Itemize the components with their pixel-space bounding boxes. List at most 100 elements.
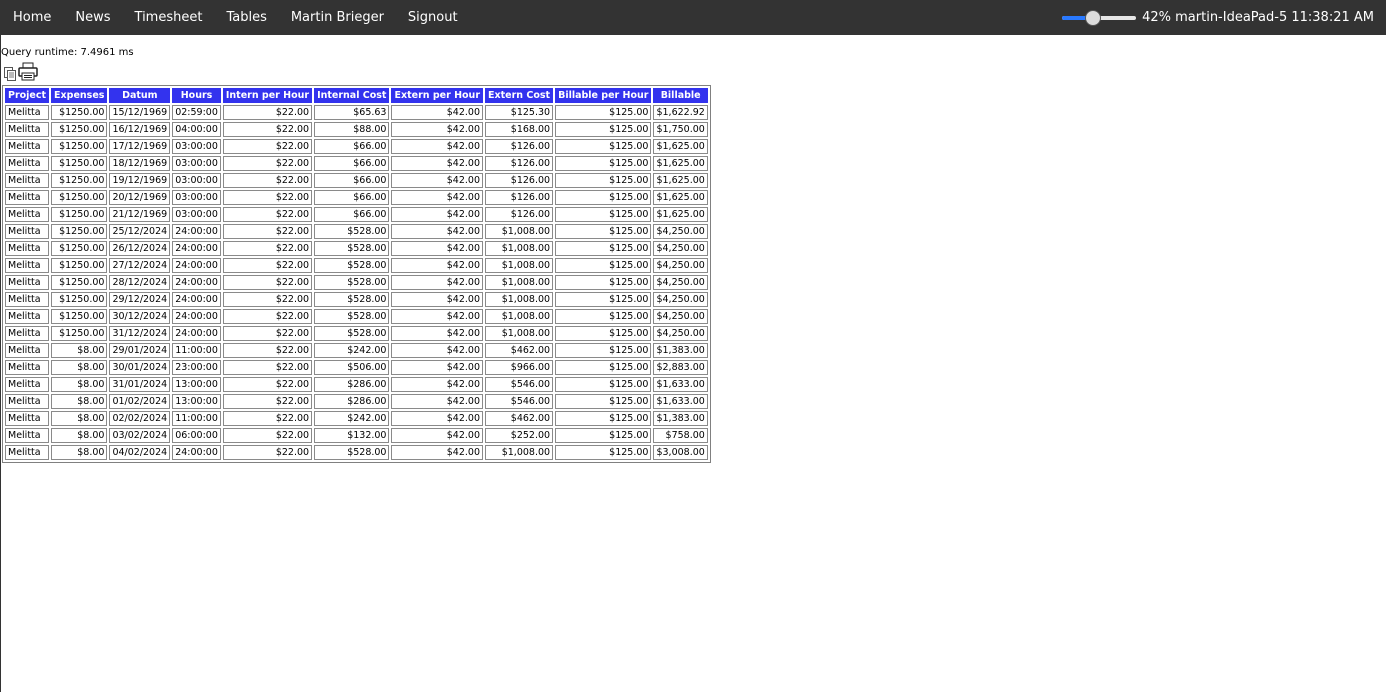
cell-extern-cost: $125.30	[485, 105, 554, 120]
cell-billable-per-hour: $125.00	[555, 445, 652, 460]
cell-extern-cost: $1,008.00	[485, 445, 554, 460]
cell-internal-cost: $66.00	[314, 190, 390, 205]
header-project[interactable]: Project	[5, 88, 50, 103]
cell-internal-cost: $528.00	[314, 445, 390, 460]
cell-extern-cost: $252.00	[485, 428, 554, 443]
cell-hours: 06:00:00	[172, 428, 221, 443]
cell-project: Melitta	[5, 122, 50, 137]
cell-intern-per-hour: $22.00	[222, 122, 313, 137]
cell-intern-per-hour: $22.00	[222, 275, 313, 290]
header-datum[interactable]: Datum	[109, 88, 171, 103]
copy-icon[interactable]	[4, 67, 17, 81]
cell-expenses: $8.00	[51, 411, 108, 426]
header-expenses[interactable]: Expenses	[51, 88, 108, 103]
header-hours[interactable]: Hours	[172, 88, 221, 103]
cell-extern-per-hour: $42.00	[391, 207, 484, 222]
cell-intern-per-hour: $22.00	[222, 309, 313, 324]
cell-extern-cost: $126.00	[485, 156, 554, 171]
table-row: Melitta $1250.00 19/12/1969 03:00:00 $22.00 $…	[5, 173, 708, 188]
cell-billable-per-hour: $125.00	[555, 156, 652, 171]
nav-menu: Home News Timesheet Tables Martin Briege…	[1, 0, 482, 35]
cell-extern-per-hour: $42.00	[391, 190, 484, 205]
cell-intern-per-hour: $22.00	[222, 428, 313, 443]
table-row: Melitta $8.00 29/01/2024 11:00:00 $22.00 $242…	[5, 343, 708, 358]
cell-internal-cost: $528.00	[314, 275, 390, 290]
cell-project: Melitta	[5, 258, 50, 273]
top-nav-bar: Home News Timesheet Tables Martin Briege…	[1, 0, 1386, 35]
cell-extern-cost: $168.00	[485, 122, 554, 137]
cell-expenses: $8.00	[51, 428, 108, 443]
cell-billable: $1,625.00	[653, 190, 708, 205]
cell-billable: $4,250.00	[653, 224, 708, 239]
cell-expenses: $1250.00	[51, 139, 108, 154]
cell-billable: $4,250.00	[653, 275, 708, 290]
cell-expenses: $1250.00	[51, 326, 108, 341]
cell-intern-per-hour: $22.00	[222, 173, 313, 188]
nav-news-link[interactable]: News	[75, 0, 110, 35]
cell-expenses: $8.00	[51, 343, 108, 358]
cell-billable: $1,622.92	[653, 105, 708, 120]
header-intern-per-hour[interactable]: Intern per Hour	[222, 88, 313, 103]
cell-internal-cost: $242.00	[314, 411, 390, 426]
table-row: Melitta $1250.00 17/12/1969 03:00:00 $22.00 $…	[5, 139, 708, 154]
cell-billable: $4,250.00	[653, 258, 708, 273]
volume-slider[interactable]	[1062, 9, 1137, 27]
cell-datum: 02/02/2024	[109, 411, 171, 426]
cell-project: Melitta	[5, 224, 50, 239]
cell-billable-per-hour: $125.00	[555, 224, 652, 239]
cell-billable: $4,250.00	[653, 326, 708, 341]
header-extern-per-hour[interactable]: Extern per Hour	[391, 88, 484, 103]
cell-internal-cost: $66.00	[314, 207, 390, 222]
table-row: Melitta $8.00 01/02/2024 13:00:00 $22.00 $286…	[5, 394, 708, 409]
cell-intern-per-hour: $22.00	[222, 326, 313, 341]
cell-datum: 21/12/1969	[109, 207, 171, 222]
cell-expenses: $8.00	[51, 377, 108, 392]
header-billable[interactable]: Billable	[653, 88, 708, 103]
cell-hours: 03:00:00	[172, 207, 221, 222]
cell-intern-per-hour: $22.00	[222, 445, 313, 460]
cell-internal-cost: $88.00	[314, 122, 390, 137]
cell-datum: 17/12/1969	[109, 139, 171, 154]
cell-hours: 23:00:00	[172, 360, 221, 375]
nav-tables-link[interactable]: Tables	[226, 0, 266, 35]
header-billable-per-hour[interactable]: Billable per Hour	[555, 88, 652, 103]
cell-hours: 24:00:00	[172, 224, 221, 239]
table-row: Melitta $1250.00 27/12/2024 24:00:00 $22.00 $…	[5, 258, 708, 273]
nav-home-link[interactable]: Home	[13, 0, 51, 35]
printer-icon[interactable]	[18, 62, 38, 81]
nav-signout-link[interactable]: Signout	[408, 0, 458, 35]
cell-billable-per-hour: $125.00	[555, 343, 652, 358]
cell-hours: 24:00:00	[172, 258, 221, 273]
header-internal-cost[interactable]: Internal Cost	[314, 88, 390, 103]
volume-slider-knob[interactable]	[1085, 9, 1102, 26]
cell-hours: 24:00:00	[172, 275, 221, 290]
nav-timesheet-link[interactable]: Timesheet	[135, 0, 203, 35]
cell-project: Melitta	[5, 326, 50, 341]
cell-project: Melitta	[5, 105, 50, 120]
cell-extern-cost: $462.00	[485, 343, 554, 358]
cell-extern-cost: $546.00	[485, 394, 554, 409]
table-header-row: Project Expenses Datum Hours Intern per …	[5, 88, 708, 103]
cell-extern-cost: $546.00	[485, 377, 554, 392]
cell-datum: 26/12/2024	[109, 241, 171, 256]
cell-project: Melitta	[5, 275, 50, 290]
header-extern-cost[interactable]: Extern Cost	[485, 88, 554, 103]
cell-project: Melitta	[5, 241, 50, 256]
cell-billable: $1,625.00	[653, 139, 708, 154]
table-row: Melitta $8.00 31/01/2024 13:00:00 $22.00 $286…	[5, 377, 708, 392]
cell-datum: 29/01/2024	[109, 343, 171, 358]
cell-intern-per-hour: $22.00	[222, 292, 313, 307]
cell-project: Melitta	[5, 207, 50, 222]
cell-billable-per-hour: $125.00	[555, 326, 652, 341]
cell-project: Melitta	[5, 156, 50, 171]
cell-internal-cost: $506.00	[314, 360, 390, 375]
cell-extern-cost: $1,008.00	[485, 309, 554, 324]
cell-project: Melitta	[5, 139, 50, 154]
cell-intern-per-hour: $22.00	[222, 139, 313, 154]
cell-hours: 24:00:00	[172, 309, 221, 324]
cell-internal-cost: $528.00	[314, 258, 390, 273]
table-row: Melitta $8.00 30/01/2024 23:00:00 $22.00 $506…	[5, 360, 708, 375]
nav-user-link[interactable]: Martin Brieger	[291, 0, 384, 35]
cell-hours: 03:00:00	[172, 173, 221, 188]
cell-expenses: $1250.00	[51, 241, 108, 256]
